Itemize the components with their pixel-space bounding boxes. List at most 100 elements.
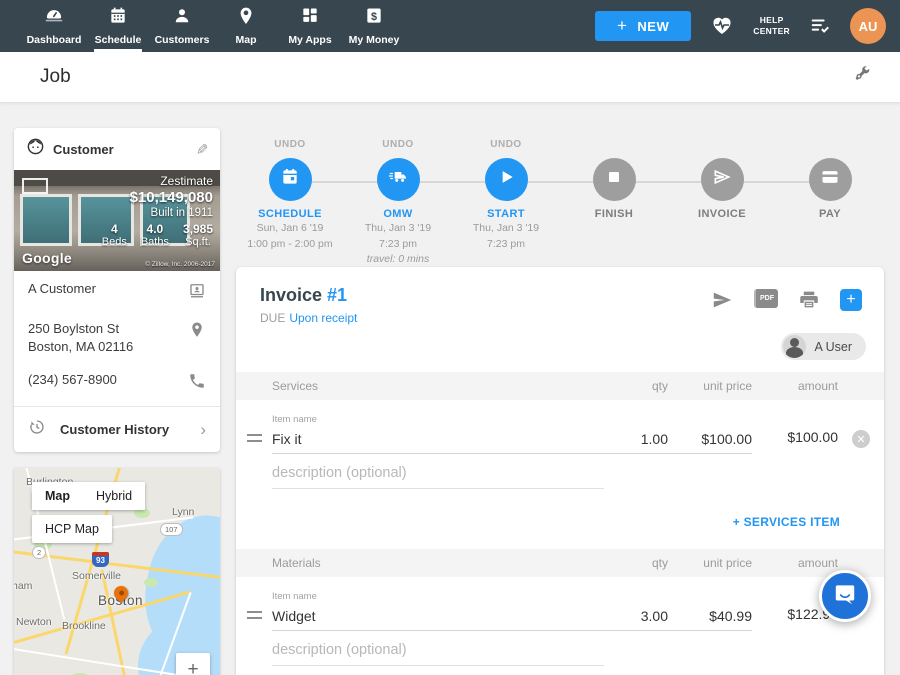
checklist-button[interactable] xyxy=(808,14,832,39)
material-qty-input[interactable] xyxy=(604,605,668,631)
contact-card-icon[interactable] xyxy=(188,280,206,304)
undo-start-button[interactable]: UNDO xyxy=(490,139,521,154)
beds-value: 4 xyxy=(102,222,127,236)
new-button[interactable]: + NEW xyxy=(595,11,691,41)
timeline-step-invoice: INVOICE xyxy=(668,139,776,267)
service-qty-input[interactable] xyxy=(604,428,668,454)
help-center-line2: CENTER xyxy=(753,26,790,37)
invoice-title: Invoice xyxy=(260,285,322,305)
send-invoice-button[interactable] xyxy=(710,289,734,314)
timeline-step-start: UNDO START Thu, Jan 3 '19 7:23 pm xyxy=(452,139,560,267)
material-unit-price-input[interactable] xyxy=(668,605,752,631)
new-button-label: NEW xyxy=(637,19,669,34)
nav-my-money-label: My Money xyxy=(349,34,400,46)
nav-schedule[interactable]: Schedule xyxy=(86,0,150,52)
job-settings-button[interactable] xyxy=(846,64,872,90)
page-header: Job xyxy=(0,52,900,103)
start-step-button[interactable] xyxy=(485,158,528,201)
material-description-input[interactable] xyxy=(272,639,604,666)
streetview-toggle-icon[interactable] xyxy=(22,178,48,194)
unit-price-column-header: unit price xyxy=(668,379,752,393)
help-center-button[interactable]: HELP CENTER xyxy=(753,15,790,36)
send-icon xyxy=(710,289,734,314)
customer-history-button[interactable]: Customer History › xyxy=(14,406,220,452)
plus-icon: + xyxy=(617,16,627,36)
google-logo: Google xyxy=(22,250,72,266)
print-button[interactable] xyxy=(798,289,820,313)
chevron-right-icon: › xyxy=(200,421,206,438)
due-label: DUE xyxy=(260,311,285,325)
map-zoom-control: + − xyxy=(176,653,210,675)
undo-omw-button[interactable]: UNDO xyxy=(382,139,413,154)
drag-handle-icon[interactable] xyxy=(247,611,262,619)
service-amount: $100.00 xyxy=(752,429,838,454)
printer-icon xyxy=(798,289,820,313)
materials-section-label: Materials xyxy=(272,556,604,570)
nav-dashboard[interactable]: Dashboard xyxy=(22,0,86,52)
finish-step-button[interactable] xyxy=(593,158,636,201)
finish-step-label: FINISH xyxy=(595,208,633,220)
due-value-link[interactable]: Upon receipt xyxy=(289,311,357,325)
pay-step-label: PAY xyxy=(819,208,841,220)
invoice-card: Invoice#1 DUE Upon receipt PDF + A User xyxy=(236,267,884,675)
nav-my-apps-label: My Apps xyxy=(288,34,331,46)
map-type-map-button[interactable]: Map xyxy=(32,482,83,510)
invoice-step-button[interactable] xyxy=(701,158,744,201)
nav-customers-label: Customers xyxy=(155,34,210,46)
chat-bubble-button[interactable] xyxy=(819,570,871,622)
service-item-name-input[interactable] xyxy=(272,428,604,454)
nav-my-apps[interactable]: My Apps xyxy=(278,0,342,52)
hcp-map-button[interactable]: HCP Map xyxy=(32,515,112,543)
sqft-label: Sq.ft. xyxy=(183,236,213,248)
edit-customer-icon[interactable]: ✎ xyxy=(193,143,211,156)
address-line1: 250 Boylston St xyxy=(28,321,119,336)
calendar-icon xyxy=(107,6,129,31)
schedule-time: 1:00 pm - 2:00 pm xyxy=(247,238,332,252)
delete-service-item-button[interactable]: ✕ xyxy=(852,430,870,448)
start-step-label: START xyxy=(487,208,525,220)
omw-step-button[interactable] xyxy=(377,158,420,201)
omw-date: Thu, Jan 3 '19 xyxy=(365,222,431,236)
dollar-icon: $ xyxy=(363,6,385,31)
truck-icon xyxy=(388,167,408,192)
address-line2: Boston, MA 02116 xyxy=(28,339,133,354)
customer-name-row: A Customer xyxy=(14,271,220,311)
schedule-step-button[interactable] xyxy=(269,158,312,201)
map-card[interactable]: Burlington Lynn Somerville ham Boston Ne… xyxy=(14,468,220,675)
customer-card: Customer ✎ Zestimate $10,149,080 Built i… xyxy=(14,128,220,452)
material-item-name-input[interactable] xyxy=(272,605,604,631)
built-year: Built in 1911 xyxy=(102,207,213,219)
nav-customers[interactable]: Customers xyxy=(150,0,214,52)
schedule-step-label: SCHEDULE xyxy=(258,208,322,220)
invoice-number[interactable]: #1 xyxy=(327,285,347,305)
pay-step-button[interactable] xyxy=(809,158,852,201)
service-description-input[interactable] xyxy=(272,462,604,489)
services-header: Services qty unit price amount xyxy=(236,372,884,400)
play-icon xyxy=(496,167,516,192)
avatar-initials: AU xyxy=(859,19,878,34)
qty-column-header: qty xyxy=(604,379,668,393)
assignee-chip[interactable]: A User xyxy=(781,333,866,360)
baths-value: 4.0 xyxy=(141,222,169,236)
top-nav: Dashboard Schedule Customers Map My Apps… xyxy=(0,0,900,52)
pdf-button[interactable]: PDF xyxy=(754,289,778,308)
avatar[interactable]: AU xyxy=(850,8,886,44)
item-name-label: Item name xyxy=(272,414,604,425)
add-invoice-item-button[interactable]: + xyxy=(840,289,862,311)
map-type-hybrid-button[interactable]: Hybrid xyxy=(83,482,145,510)
add-services-item-link[interactable]: + SERVICES ITEM xyxy=(733,515,840,529)
omw-time: 7:23 pm xyxy=(379,238,417,252)
phone-icon[interactable] xyxy=(188,371,206,395)
service-unit-price-input[interactable] xyxy=(668,428,752,454)
pdf-icon: PDF xyxy=(754,289,778,308)
health-heart-button[interactable] xyxy=(709,13,735,40)
zoom-in-button[interactable]: + xyxy=(176,653,210,675)
timeline-step-schedule: UNDO SCHEDULE Sun, Jan 6 '19 1:00 pm - 2… xyxy=(236,139,344,267)
undo-schedule-button[interactable]: UNDO xyxy=(274,139,305,154)
drag-handle-icon[interactable] xyxy=(247,434,262,442)
customer-face-icon xyxy=(26,137,45,161)
nav-map[interactable]: Map xyxy=(214,0,278,52)
location-pin-icon[interactable] xyxy=(188,320,206,344)
i93-shield: 93 xyxy=(92,552,109,567)
nav-my-money[interactable]: $ My Money xyxy=(342,0,406,52)
